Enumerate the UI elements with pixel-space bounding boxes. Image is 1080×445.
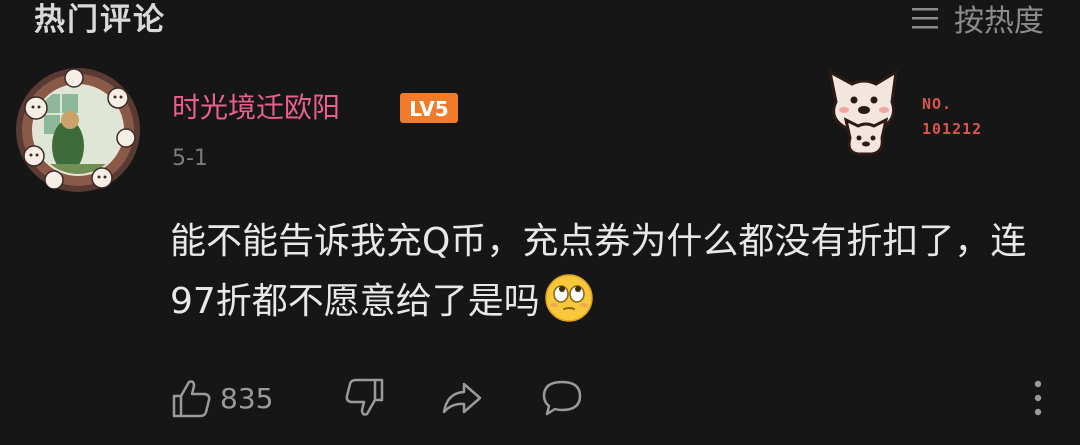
- thumbs-down-icon: [345, 378, 384, 416]
- fan-badge-label: NO.: [922, 95, 953, 113]
- more-vertical-icon: [1034, 380, 1042, 416]
- level-badge-text: LV5: [409, 97, 448, 121]
- share-icon: [442, 382, 482, 414]
- avatar[interactable]: [14, 66, 142, 194]
- more-options-button[interactable]: [1016, 376, 1060, 420]
- comment-bubble-icon: [542, 380, 582, 416]
- menu-icon: [912, 8, 938, 29]
- rolling-eyes-emoji-icon: [545, 274, 593, 322]
- like-button[interactable]: 835: [170, 376, 273, 420]
- thumbs-up-icon: [172, 380, 211, 418]
- comment-text: 能不能告诉我充Q币，充点券为什么都没有折扣了，连97折都不愿意给了是吗: [170, 221, 1027, 322]
- sort-label: 按热度: [954, 4, 1044, 39]
- share-button[interactable]: [440, 376, 484, 420]
- comment-body: 能不能告诉我充Q币，充点券为什么都没有折扣了，连97折都不愿意给了是吗: [170, 212, 1050, 332]
- comment-date: 5-1: [172, 146, 208, 171]
- like-count: 835: [220, 381, 274, 415]
- fan-badge-value: 101212: [922, 120, 983, 138]
- fan-badge-number: NO. 101212: [922, 92, 982, 142]
- level-badge: LV5: [400, 93, 458, 123]
- reply-button[interactable]: [540, 376, 584, 420]
- section-title: 热门评论: [34, 2, 166, 38]
- username[interactable]: 时光境迁欧阳: [172, 86, 340, 126]
- sort-button[interactable]: 按热度: [910, 0, 1044, 40]
- dislike-button[interactable]: [342, 376, 386, 420]
